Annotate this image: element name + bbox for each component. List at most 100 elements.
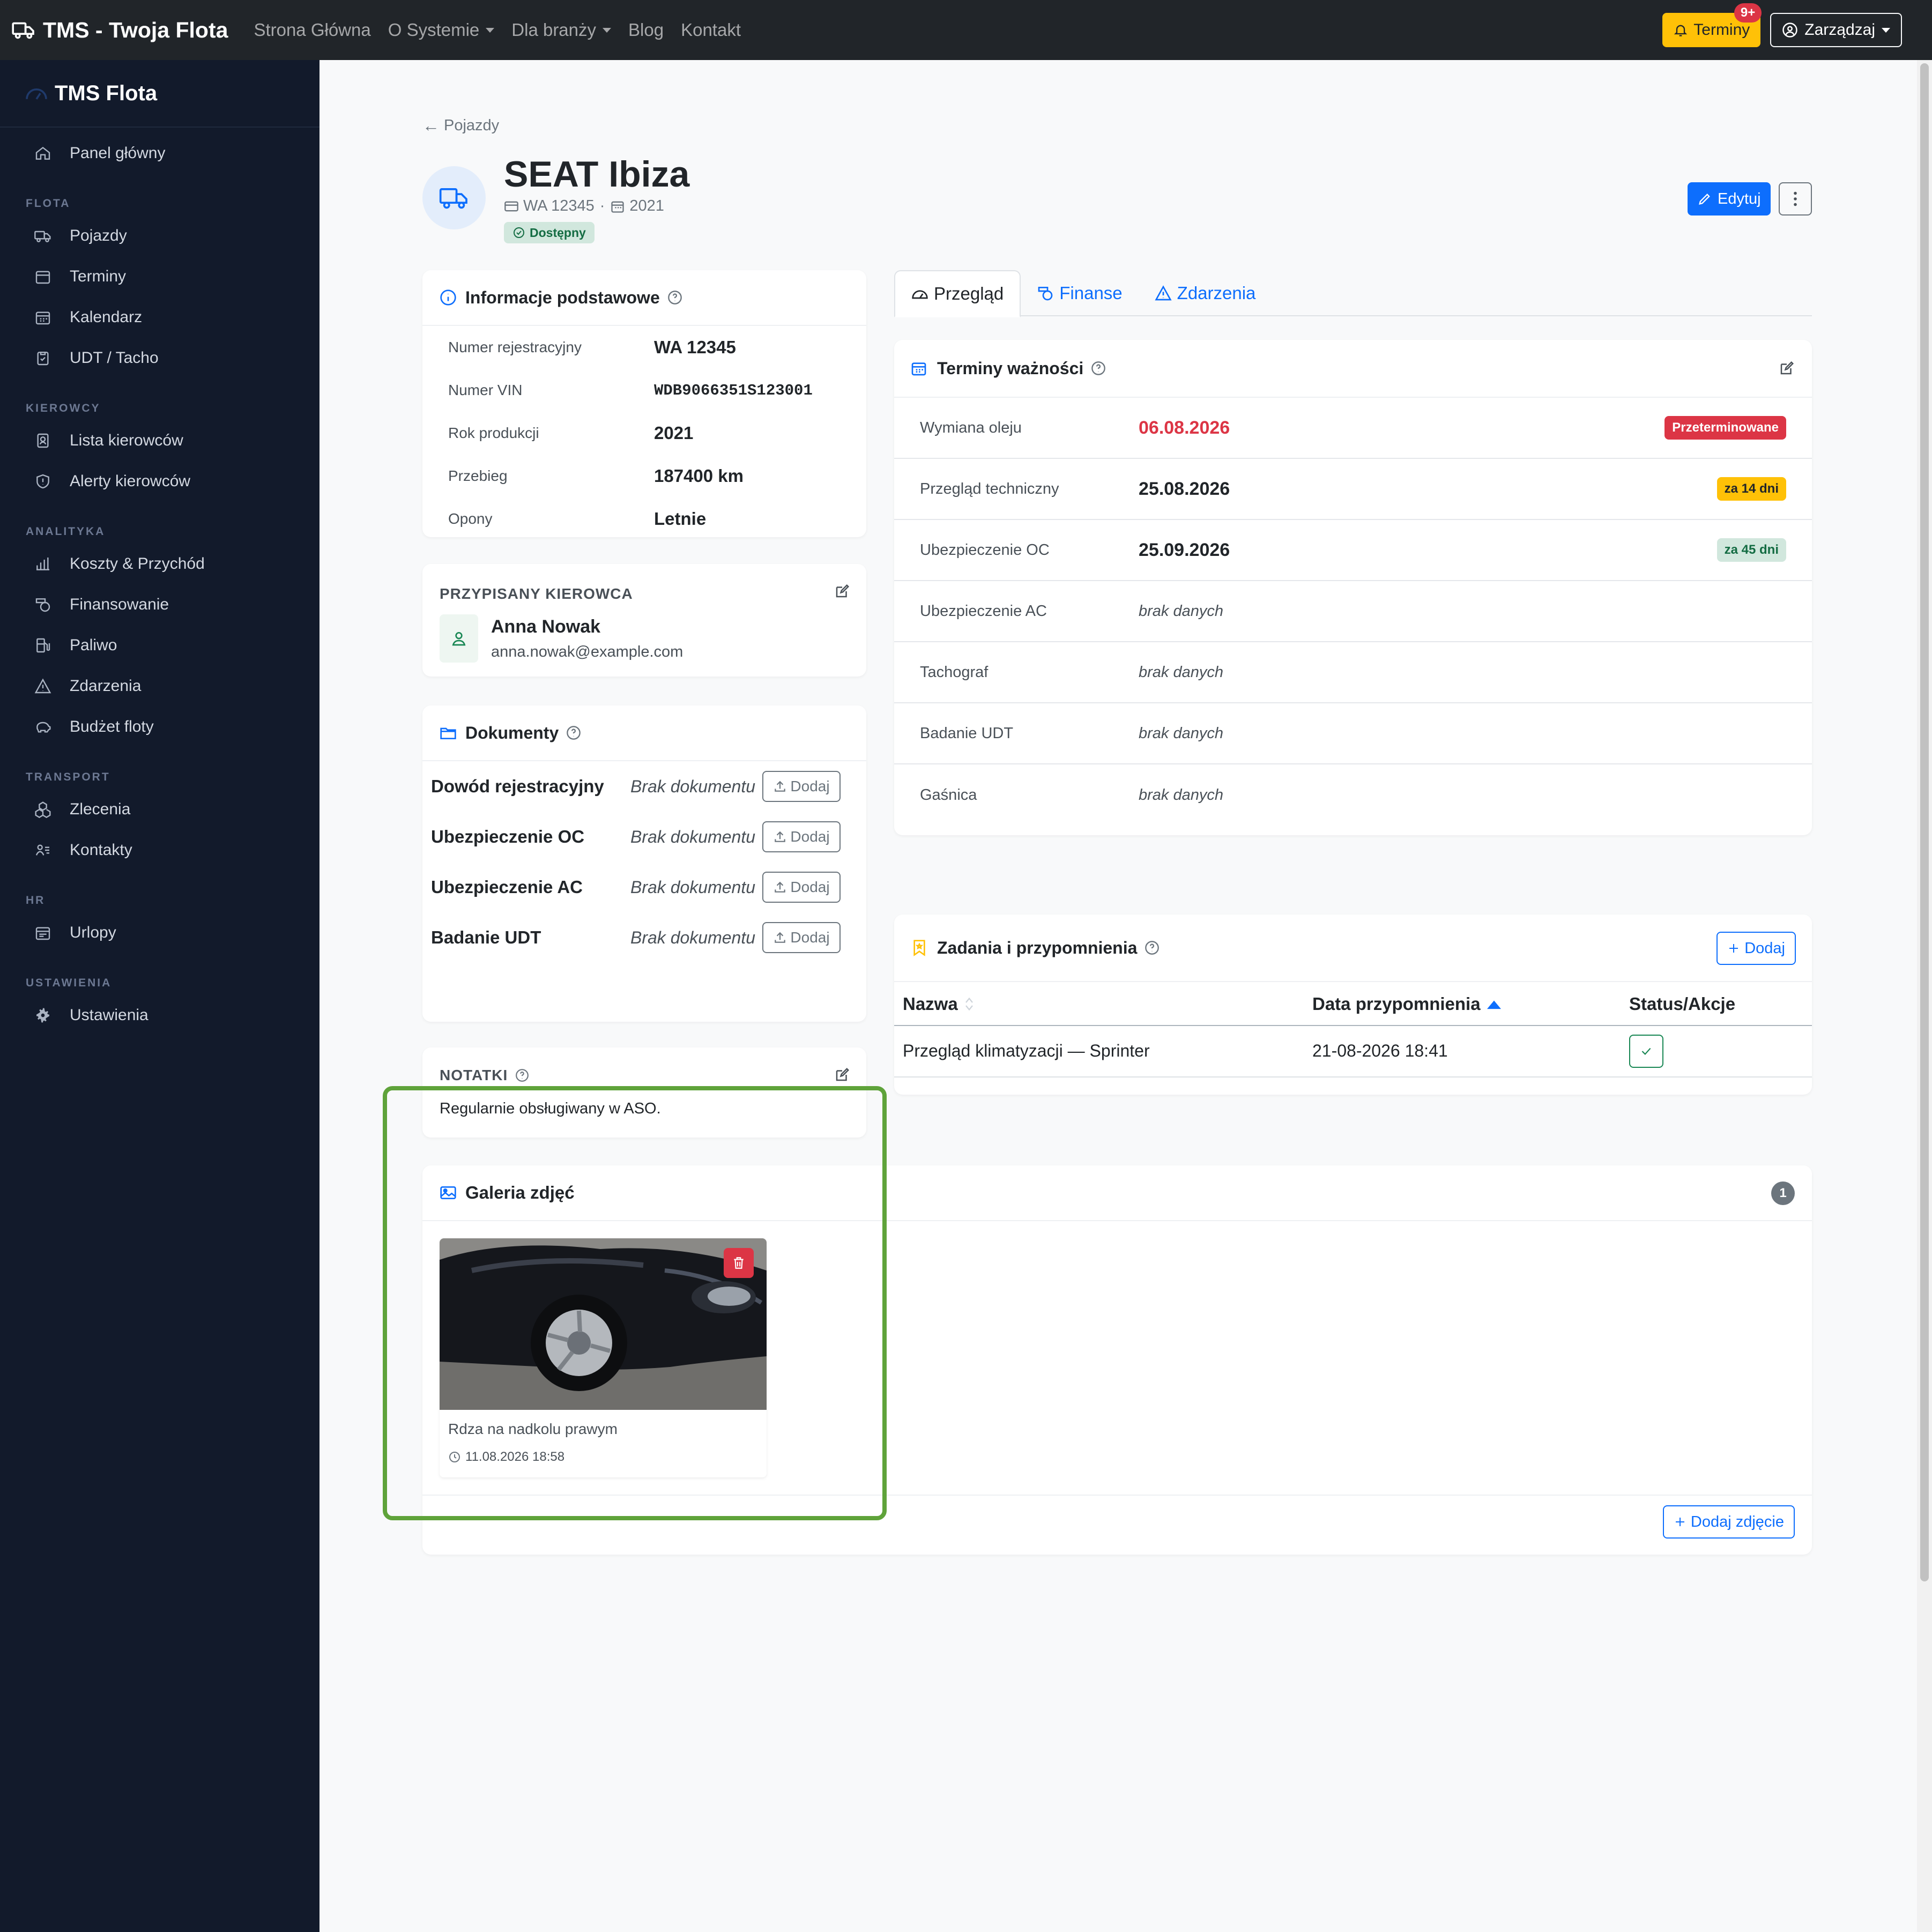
add-document-button[interactable]: Dodaj [762,922,841,953]
deadline-label: Ubezpieczenie OC [920,541,1050,559]
edit-square-icon[interactable] [834,1067,850,1083]
caret-down-icon [486,27,495,33]
nav-link-blog[interactable]: Blog [628,20,664,40]
sidebar-item-kontakty[interactable]: Kontakty [0,830,319,871]
question-circle-icon[interactable] [1091,361,1106,376]
document-name: Ubezpieczenie OC [431,827,585,846]
sidebar: TMS Flota Panel główny FLOTA Pojazdy Ter… [0,60,319,1932]
sidebar-brand[interactable]: TMS Flota [0,60,319,128]
sidebar-item-label: Panel główny [70,144,166,162]
delete-photo-button[interactable] [724,1248,754,1278]
nav-link-industry[interactable]: Dla branży [511,20,612,40]
info-label: Przebieg [448,467,508,484]
sidebar-item-urlopy[interactable]: Urlopy [0,912,319,953]
deadline-date: brak danych [1139,663,1223,681]
nav-link-about-label: O Systemie [388,20,480,40]
edit-button-label: Edytuj [1718,190,1761,207]
deadline-date: 25.08.2026 [1139,478,1230,499]
sidebar-item-lista-kierowcow[interactable]: Lista kierowców [0,420,319,461]
sidebar-item-label: Alerty kierowców [70,472,191,490]
sidebar-item-terminy[interactable]: Terminy [0,256,319,297]
info-label: Opony [448,510,493,527]
sidebar-item-koszty[interactable]: Koszty & Przychód [0,544,319,584]
nav-link-home[interactable]: Strona Główna [254,20,370,40]
tab-label: Przegląd [934,284,1004,303]
add-task-button[interactable]: Dodaj [1716,932,1796,965]
edit-button[interactable]: Edytuj [1688,182,1771,216]
page-scrollbar-thumb[interactable] [1920,63,1929,1581]
tab-label: Finanse [1059,283,1123,303]
question-circle-icon[interactable] [515,1068,529,1082]
info-value: Letnie [654,509,707,529]
question-circle-icon[interactable] [566,725,581,740]
sidebar-item-label: Ustawienia [70,1006,148,1024]
column-header-name[interactable]: Nazwa [903,994,974,1014]
sidebar-item-zdarzenia[interactable]: Zdarzenia [0,666,319,707]
info-row: Numer rejestracyjny WA 12345 [422,326,866,369]
tab-finanse[interactable]: Finanse [1021,270,1138,316]
sidebar-item-alerty[interactable]: Alerty kierowców [0,461,319,502]
question-circle-icon[interactable] [667,290,682,305]
info-row: Rok produkcji 2021 [422,412,866,455]
tab-zdarzenia[interactable]: Zdarzenia [1139,270,1272,316]
sidebar-item-zlecenia[interactable]: Zlecenia [0,789,319,830]
document-row: Ubezpieczenie OC Brak dokumentu Dodaj [422,812,866,862]
info-row: Przebieg 187400 km [422,455,866,497]
document-status: Brak dokumentu [630,827,756,846]
edit-square-icon[interactable] [834,583,850,599]
sidebar-item-ustawienia[interactable]: Ustawienia [0,995,319,1036]
cash-coin-icon [35,598,50,612]
sidebar-item-paliwo[interactable]: Paliwo [0,625,319,666]
navbar-brand[interactable]: TMS - Twoja Flota [12,18,228,43]
sidebar-item-label: Zdarzenia [70,677,142,695]
info-label: Numer VIN [448,382,523,398]
card-header: NOTATKI [440,1067,529,1084]
info-circle-icon [440,289,456,306]
user-circle-icon [1782,23,1798,38]
warning-triangle-icon [1155,285,1172,301]
nav-link-about[interactable]: O Systemie [388,20,495,40]
column-header-date[interactable]: Data przypomnienia [1312,994,1501,1014]
add-photo-button[interactable]: Dodaj zdjęcie [1662,1505,1795,1539]
add-document-label: Dodaj [790,879,830,895]
house-icon [35,146,50,160]
bell-icon [1674,25,1688,36]
fuel-pump-icon [36,638,50,653]
notes-text: Regularnie obsługiwany w ASO. [440,1100,661,1117]
tab-przeglad[interactable]: Przegląd [894,270,1021,317]
task-date: 21-08-2026 18:41 [1312,1041,1448,1060]
manage-dropdown-button[interactable]: Zarządzaj [1770,13,1902,47]
sidebar-brand-text: TMS Flota [55,81,158,105]
edit-square-icon[interactable] [1779,360,1795,376]
meta-separator: · [599,197,605,214]
photo-gallery-card: Galeria zdjęć 1 Rdza na nadkolu prawym 1… [422,1165,1812,1555]
sidebar-item-udt[interactable]: UDT / Tacho [0,338,319,378]
nav-link-contact[interactable]: Kontakt [681,20,741,40]
deadline-label: Wymiana oleju [920,419,1022,436]
sidebar-item-panel[interactable]: Panel główny [0,133,319,174]
deadline-date: brak danych [1139,602,1223,620]
sort-icon [965,997,973,1011]
more-options-button[interactable] [1779,182,1812,216]
add-document-button[interactable]: Dodaj [762,872,841,903]
sidebar-item-label: Urlopy [70,924,116,941]
bar-chart-icon [36,558,49,570]
add-document-button[interactable]: Dodaj [762,821,841,852]
sidebar-item-kalendarz[interactable]: Kalendarz [0,297,319,338]
terminy-button[interactable]: Terminy 9+ [1662,3,1762,47]
column-header-label: Nazwa [903,994,958,1014]
car-photo[interactable] [440,1238,767,1410]
driver-name[interactable]: Anna Nowak [491,616,600,637]
back-link[interactable]: ← Pojazdy [422,116,499,136]
person-badge-icon [37,433,49,448]
question-circle-icon[interactable] [1145,940,1160,955]
sidebar-item-pojazdy[interactable]: Pojazdy [0,216,319,256]
sidebar-item-finansowanie[interactable]: Finansowanie [0,584,319,625]
sidebar-item-budzet[interactable]: Budżet floty [0,707,319,747]
document-status: Brak dokumentu [630,877,756,897]
complete-task-button[interactable] [1629,1035,1663,1068]
person-lines-icon [35,844,49,856]
photo-caption: Rdza na nadkolu prawym [448,1421,618,1437]
deadline-label: Gaśnica [920,786,977,804]
add-document-button[interactable]: Dodaj [762,771,841,802]
